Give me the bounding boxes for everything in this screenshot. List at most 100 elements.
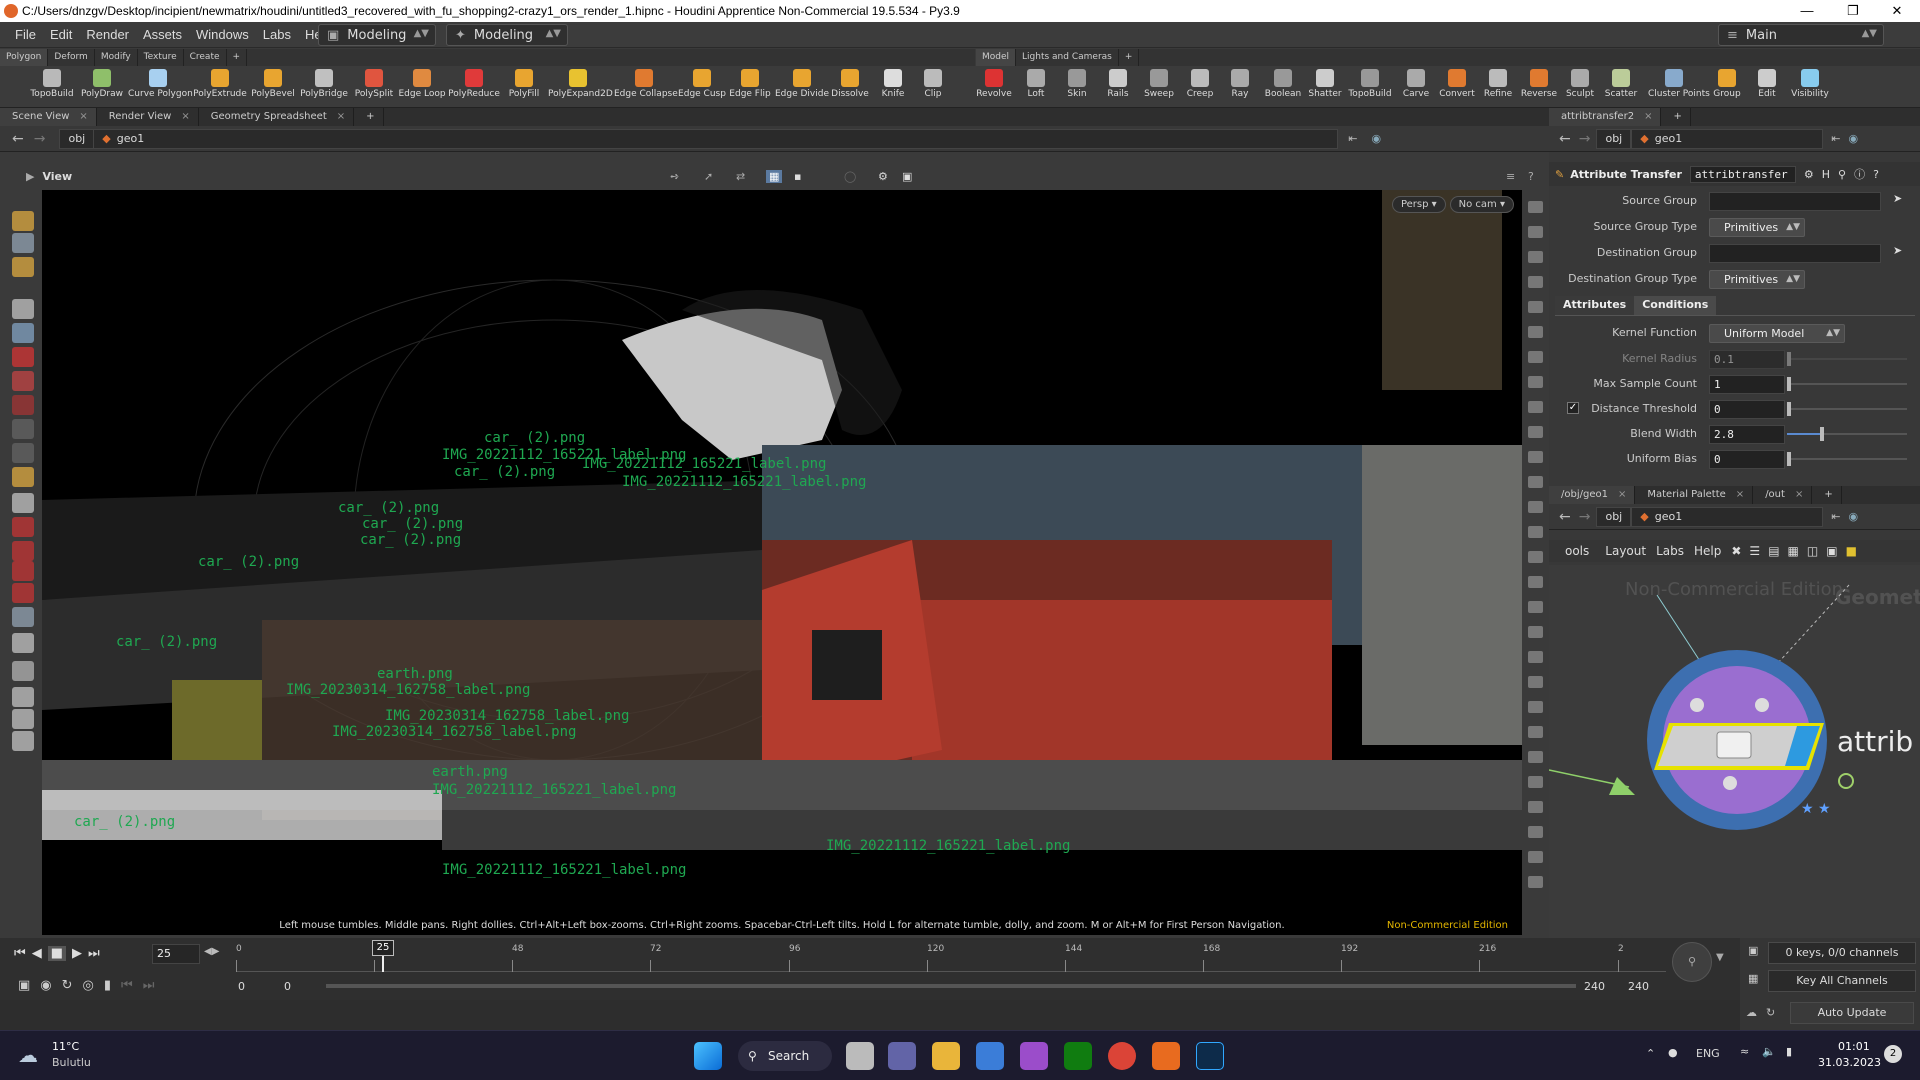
close-button[interactable]: ✕ <box>1874 0 1920 22</box>
play-icon[interactable]: ▶ <box>72 946 82 961</box>
tree-icon[interactable]: ☰ <box>1749 544 1760 558</box>
frame-field[interactable]: 25 <box>152 944 200 964</box>
max-sample-field[interactable]: 1 <box>1709 375 1785 394</box>
next-key-icon[interactable]: ⏭ <box>143 978 155 993</box>
app-icon[interactable] <box>1020 1042 1048 1070</box>
node-output[interactable] <box>1723 776 1737 790</box>
display-option-icon[interactable] <box>1528 201 1543 213</box>
shelf-tool-right-19[interactable]: Visibility <box>1784 66 1836 108</box>
file-explorer-icon[interactable] <box>932 1042 960 1070</box>
snap-icon[interactable]: ⚙ <box>878 170 888 183</box>
range-end2-field[interactable]: 240 <box>1628 980 1649 993</box>
display-icon[interactable]: ▣ <box>902 170 912 183</box>
slider-knob[interactable] <box>1787 452 1791 466</box>
display-option-icon[interactable] <box>1528 526 1543 538</box>
display-icon[interactable]: ▣ <box>1826 544 1837 558</box>
left-tool-icon[interactable] <box>12 687 34 707</box>
display-option-icon[interactable] <box>1528 276 1543 288</box>
display-option-icon[interactable] <box>1528 426 1543 438</box>
left-tool-icon[interactable] <box>12 541 34 561</box>
shelf-tab-deform[interactable]: Deform <box>48 49 95 66</box>
help-icon[interactable]: ? <box>1873 168 1879 181</box>
left-tool-icon[interactable] <box>12 493 34 513</box>
pin-icon[interactable]: ⇤ <box>1831 510 1840 523</box>
breadcrumb-obj[interactable]: obj <box>1596 506 1632 527</box>
slider-knob[interactable] <box>1787 352 1791 366</box>
context-select[interactable]: ✦ Modeling ▲▼ <box>446 24 568 46</box>
source-group-field[interactable] <box>1709 192 1881 211</box>
forward-arrow-icon[interactable]: → <box>1579 131 1591 147</box>
desktop-select[interactable]: ▣ Modeling ▲▼ <box>318 24 436 46</box>
store-icon[interactable] <box>976 1042 1004 1070</box>
select-arrow-icon[interactable]: ➤ <box>1893 192 1902 205</box>
loop-icon[interactable]: ↻ <box>62 978 73 993</box>
display-option-icon[interactable] <box>1528 251 1543 263</box>
display-option-icon[interactable] <box>1528 401 1543 413</box>
search-box[interactable]: ⚲ Search <box>738 1041 832 1071</box>
left-tool-icon[interactable] <box>12 347 34 367</box>
dest-group-field[interactable] <box>1709 244 1881 263</box>
left-tool-icon[interactable] <box>12 371 34 391</box>
distance-threshold-field[interactable]: 0 <box>1709 400 1785 419</box>
link-icon[interactable]: ◉ <box>1848 132 1858 145</box>
maximize-button[interactable]: ❐ <box>1830 0 1876 22</box>
display-option-icon[interactable] <box>1528 801 1543 813</box>
refresh-icon[interactable]: ↻ <box>1766 1006 1775 1019</box>
tab-render-view[interactable]: Render View × <box>97 108 199 126</box>
left-tool-icon[interactable] <box>12 467 34 487</box>
help-icon[interactable]: ? <box>1528 170 1534 183</box>
view-options-icon[interactable]: ≡ <box>1506 170 1515 183</box>
shelf-tab-model[interactable]: Model <box>976 49 1017 66</box>
cam-menu[interactable]: No cam ▾ <box>1449 196 1514 213</box>
tab-conditions[interactable]: Conditions <box>1634 296 1717 315</box>
display-option-icon[interactable] <box>1528 501 1543 513</box>
breadcrumb-geo1[interactable]: ◆ geo1 <box>94 128 1339 149</box>
display-option-icon[interactable] <box>1528 576 1543 588</box>
key-all-channels-dropdown[interactable]: Key All Channels <box>1768 970 1916 992</box>
gear-icon[interactable]: ⚙ <box>1804 168 1814 181</box>
chevron-down-icon[interactable]: ▼ <box>1716 952 1724 963</box>
display-option-icon[interactable] <box>1528 551 1543 563</box>
tab-out[interactable]: /out × <box>1753 486 1813 504</box>
shelf-tool-2[interactable]: Curve Polygon <box>128 66 193 108</box>
shelf-tab-create[interactable]: Create <box>184 49 227 66</box>
close-icon[interactable]: × <box>181 111 189 122</box>
stop-icon[interactable]: ■ <box>47 946 66 961</box>
pin-icon[interactable]: ⇤ <box>1831 132 1840 145</box>
close-icon[interactable]: × <box>1795 489 1803 500</box>
link-icon[interactable]: ◉ <box>1371 132 1381 145</box>
shelf-tool-11[interactable]: Edge Collapse <box>614 66 678 108</box>
chevron-up-icon[interactable]: ⌃ <box>1646 1047 1655 1060</box>
left-tool-icon[interactable] <box>12 633 34 653</box>
forward-arrow-icon[interactable]: → <box>34 131 46 147</box>
source-group-type-dropdown[interactable]: Primitives ▲▼ <box>1709 218 1805 237</box>
node-input[interactable] <box>1755 698 1769 712</box>
link-icon[interactable]: ◉ <box>1848 510 1858 523</box>
network-menu-tools[interactable]: ools <box>1565 544 1589 558</box>
display-option-icon[interactable] <box>1528 701 1543 713</box>
left-tool-icon[interactable] <box>12 607 34 627</box>
display-option-icon[interactable] <box>1528 626 1543 638</box>
shelf-tab-texture[interactable]: Texture <box>138 49 184 66</box>
left-tool-icon[interactable] <box>12 561 34 581</box>
select-edges-icon[interactable]: ➚ <box>704 170 713 183</box>
audio-icon[interactable]: ◉ <box>40 978 51 993</box>
max-sample-slider[interactable] <box>1787 377 1907 391</box>
distance-threshold-slider[interactable] <box>1787 402 1907 416</box>
frame-marker[interactable]: 25 <box>372 940 394 956</box>
display-option-icon[interactable] <box>1528 751 1543 763</box>
range-slider[interactable] <box>326 984 1576 988</box>
slider-knob[interactable] <box>1787 377 1791 391</box>
teams-icon[interactable] <box>888 1042 916 1070</box>
hda-icon[interactable]: H <box>1822 168 1830 181</box>
forward-arrow-icon[interactable]: → <box>1579 509 1591 525</box>
left-tool-icon[interactable] <box>12 419 34 439</box>
blend-width-field[interactable]: 2.8 <box>1709 425 1785 444</box>
tab-material-palette[interactable]: Material Palette × <box>1635 486 1754 504</box>
menu-render[interactable]: Render <box>79 27 136 42</box>
range-start-field[interactable]: 0 <box>238 980 245 993</box>
scene-viewport[interactable]: car_ (2).png IMG_20221112_165221_label.pn… <box>42 190 1522 935</box>
shelf-tool-10[interactable]: PolyExpand2D <box>548 66 613 108</box>
breadcrumb-geo1[interactable]: ◆ geo1 <box>1631 128 1824 149</box>
weather-icon[interactable]: ☁ <box>18 1043 38 1067</box>
